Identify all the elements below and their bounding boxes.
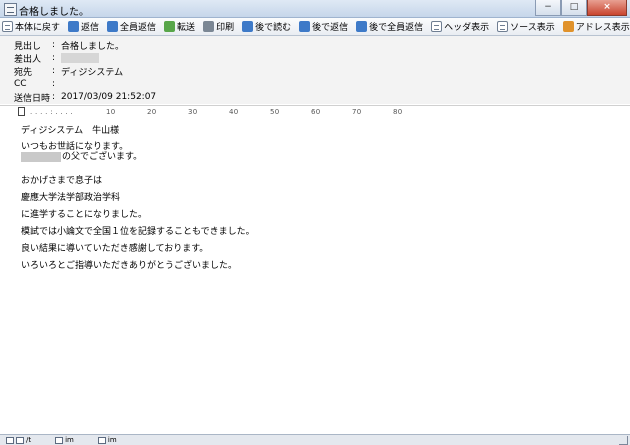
date-value: 2017/03/09 21:52:07 (61, 92, 157, 102)
ruler-dots: . . . . : . . . . (30, 108, 74, 116)
toolbar-label: 転送 (177, 23, 196, 33)
header-separator: : (52, 79, 56, 89)
header-from-row: 差出人 : (14, 52, 99, 65)
status-item[interactable]: /t (6, 436, 31, 444)
toolbar-label: アドレス表示 (575, 23, 630, 33)
return-to-main-button[interactable]: 本体に戻す (0, 19, 62, 34)
header-to-row: 宛先 : ディジシステム (14, 65, 124, 78)
header-view-icon (431, 21, 443, 32)
ruler-tick: 20 (147, 108, 157, 116)
header-separator: : (52, 40, 56, 50)
status-label: im (65, 436, 74, 444)
toolbar-label: ソース表示 (510, 23, 555, 33)
header-subject-row: 見出し : 合格しました。 (14, 39, 125, 52)
window-icon (6, 436, 14, 444)
header-key: 宛先 (14, 67, 33, 78)
reply-button[interactable]: 返信 (66, 19, 101, 34)
title-bar: 合格しました。 − □ × (0, 0, 630, 18)
header-key: 見出し (14, 41, 42, 52)
to-value: ディジシステム (61, 67, 124, 78)
read-later-icon (242, 21, 254, 32)
address-view-button[interactable]: アドレス表示 (561, 19, 630, 34)
reply-all-icon (107, 21, 119, 32)
status-label: /t (26, 436, 32, 444)
body-line-redacted: の父でございます。 (21, 149, 142, 162)
reply-all-button[interactable]: 全員返信 (105, 19, 158, 34)
reply-later-button[interactable]: 後で返信 (297, 19, 350, 34)
print-icon (203, 21, 215, 32)
body-line: 模試では小論文で全国１位を記録することもできました。 (21, 227, 255, 237)
image-icon (97, 436, 106, 444)
header-key: CC (14, 79, 27, 89)
reply-later-icon (299, 21, 311, 32)
ruler-tick: 30 (188, 108, 198, 116)
body-line: の父でございます。 (62, 152, 143, 162)
window-title: 合格しました。 (19, 7, 89, 18)
ruler-tick: 60 (311, 108, 321, 116)
toolbar-label: 本体に戻す (15, 23, 61, 33)
body-line: 慶應大学法学部政治学科 (21, 193, 121, 203)
header-date-row: 送信日時 : 2017/03/09 21:52:07 (14, 91, 157, 104)
ruler-tick: 10 (106, 108, 116, 116)
toolbar-label: 全員返信 (120, 23, 157, 33)
toolbar-label: 後で読む (255, 23, 292, 33)
maximize-button[interactable]: □ (561, 0, 587, 16)
header-separator: : (52, 66, 56, 76)
forward-button[interactable]: 転送 (162, 19, 197, 34)
ruler-tick: 50 (270, 108, 280, 116)
return-window-icon (2, 21, 13, 32)
toolbar-label: 返信 (81, 23, 100, 33)
column-ruler: . . . . : . . . . 10 20 30 40 50 60 70 8… (0, 105, 630, 119)
header-separator: : (52, 92, 56, 102)
toolbar-label: 後で返信 (312, 23, 349, 33)
minimize-button[interactable]: − (535, 0, 561, 16)
ruler-tick: 40 (229, 108, 239, 116)
header-separator: : (52, 53, 56, 63)
header-cc-row: CC : (14, 78, 61, 90)
toolbar-label: 印刷 (216, 23, 235, 33)
toolbar: 本体に戻す 返信 全員返信 転送 印刷 後で読む 後で返信 後で全員返信 ヘッダ… (0, 18, 630, 36)
read-later-button[interactable]: 後で読む (240, 19, 293, 34)
body-line: 良い結果に導いていただき感謝しております。 (21, 244, 209, 254)
page-icon (16, 436, 24, 444)
source-view-button[interactable]: ソース表示 (495, 19, 557, 34)
reply-all-later-icon (356, 21, 368, 32)
status-item[interactable]: im (55, 436, 74, 444)
status-bar: /t im im (0, 434, 630, 445)
status-label: im (107, 436, 117, 444)
toolbar-label: 後で全員返信 (369, 23, 424, 33)
redacted-name (21, 151, 61, 162)
source-view-icon (497, 21, 509, 32)
forward-icon (164, 21, 176, 32)
header-key: 差出人 (14, 54, 42, 65)
subject-value: 合格しました。 (61, 41, 125, 52)
status-item[interactable]: im (97, 436, 117, 444)
reply-all-later-button[interactable]: 後で全員返信 (354, 19, 425, 34)
toolbar-label: ヘッダ表示 (444, 23, 490, 33)
reply-icon (68, 21, 80, 32)
window-controls: − □ × (535, 0, 627, 16)
redacted-sender (61, 53, 99, 63)
message-header: 見出し : 合格しました。 差出人 : 宛先 : ディジシステム CC : 送信… (0, 36, 630, 104)
body-line: おかげさまで息子は (21, 176, 103, 186)
close-button[interactable]: × (587, 0, 627, 16)
header-key: 送信日時 (14, 93, 51, 104)
mail-window-icon (4, 3, 17, 16)
print-button[interactable]: 印刷 (201, 19, 236, 34)
header-view-button[interactable]: ヘッダ表示 (429, 19, 491, 34)
body-line: いろいろとご指導いただきありがとうございました。 (21, 261, 238, 271)
address-view-icon (562, 21, 574, 32)
ruler-tick: 80 (393, 108, 403, 116)
image-icon (55, 436, 64, 444)
body-line: に進学することになりました。 (21, 210, 148, 220)
message-body[interactable]: ディジシステム 牛山様 いつもお世話になります。 の父でございます。 おかげさま… (0, 118, 630, 434)
ruler-tick: 70 (352, 108, 362, 116)
ruler-cursor (18, 107, 25, 116)
body-line: ディジシステム 牛山様 (21, 126, 120, 136)
